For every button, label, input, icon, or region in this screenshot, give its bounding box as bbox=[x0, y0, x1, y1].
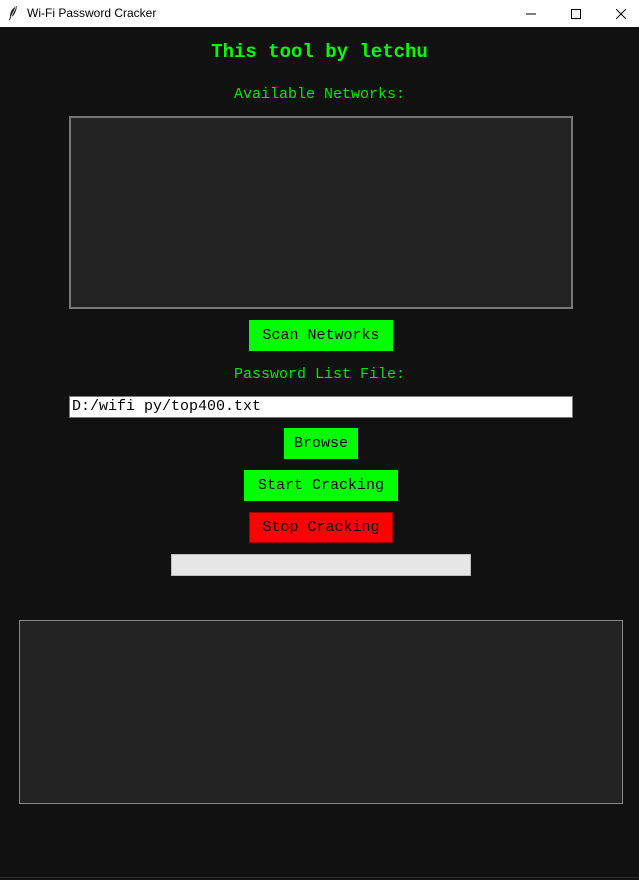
password-file-input[interactable]: D:/wifi py/top400.txt bbox=[69, 396, 573, 418]
close-button[interactable] bbox=[598, 0, 639, 27]
start-cracking-button[interactable]: Start Cracking bbox=[244, 470, 398, 501]
maximize-icon bbox=[571, 8, 581, 19]
password-list-label: Password List File: bbox=[233, 366, 406, 383]
minimize-icon bbox=[526, 13, 536, 14]
title-bar: Wi-Fi Password Cracker bbox=[0, 0, 639, 27]
app-heading: This tool by letchu bbox=[211, 41, 428, 63]
output-log[interactable] bbox=[19, 620, 623, 804]
stop-cracking-button[interactable]: Stop Cracking bbox=[249, 512, 393, 543]
feather-icon bbox=[7, 5, 19, 21]
available-networks-label: Available Networks: bbox=[233, 86, 406, 103]
progress-bar bbox=[171, 554, 471, 576]
close-icon bbox=[616, 8, 626, 19]
window-bottom-edge bbox=[0, 877, 639, 878]
browse-button[interactable]: Browse bbox=[284, 428, 358, 459]
scan-networks-button[interactable]: Scan Networks bbox=[249, 320, 393, 351]
window-title: Wi-Fi Password Cracker bbox=[27, 6, 157, 20]
minimize-button[interactable] bbox=[508, 0, 554, 27]
networks-listbox[interactable] bbox=[69, 116, 573, 309]
maximize-button[interactable] bbox=[553, 0, 599, 27]
